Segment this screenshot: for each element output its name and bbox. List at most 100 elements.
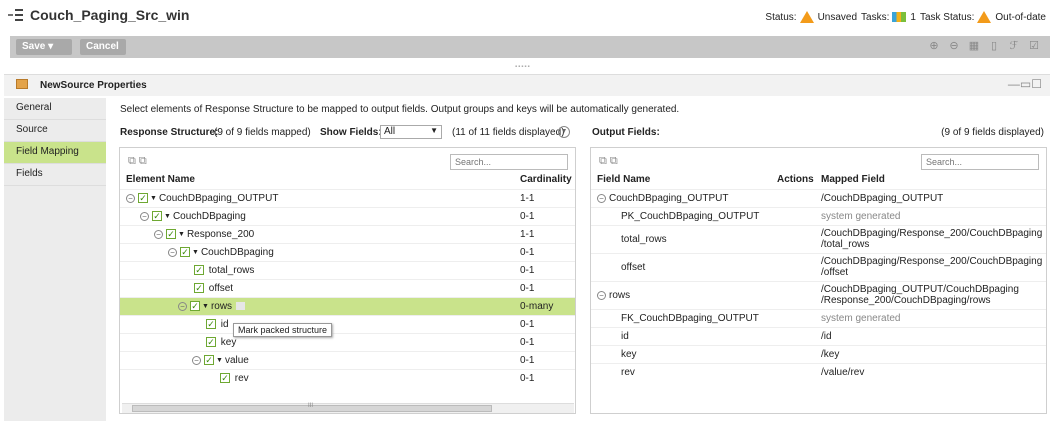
table-row[interactable]: offset /CouchDBpaging/Response_200/Couch…: [591, 253, 1046, 281]
checkbox[interactable]: ✓: [180, 247, 190, 258]
mapped-field: /CouchDBpaging/Response_200/CouchDBpagin…: [821, 228, 1043, 239]
chevron-down-icon: ▼: [430, 126, 438, 135]
mapped-field-cont: /Response_200/CouchDBpaging/rows: [821, 295, 991, 306]
table-row[interactable]: ✓ key 0-1: [120, 333, 575, 351]
horizontal-scrollbar[interactable]: III: [122, 403, 574, 413]
expand-arrow-icon[interactable]: ▼: [202, 303, 209, 310]
checkbox[interactable]: ✓: [206, 337, 216, 348]
collapse-icon[interactable]: −: [178, 301, 187, 311]
table-row[interactable]: − ✓ ▼ value 0-1: [120, 351, 575, 369]
expand-arrow-icon[interactable]: ▼: [150, 195, 157, 202]
mapped-field: system generated: [821, 313, 901, 324]
table-row[interactable]: PK_CouchDBpaging_OUTPUT system generated: [591, 207, 1046, 225]
sidebar-item-source[interactable]: Source: [4, 120, 106, 142]
cardinality: 0-1: [520, 337, 535, 348]
field-name: id: [621, 331, 629, 342]
properties-title: NewSource Properties: [40, 80, 147, 91]
table-row[interactable]: − ✓ ▼ CouchDBpaging 0-1: [120, 207, 575, 225]
table-row[interactable]: − ✓ ▼ Response_200 1-1: [120, 225, 575, 243]
page-title: Couch_Paging_Src_win: [30, 7, 190, 23]
response-search-input[interactable]: [450, 154, 568, 170]
checkbox[interactable]: ✓: [190, 301, 200, 312]
field-name: total_rows: [621, 234, 667, 245]
checkbox[interactable]: ✓: [204, 355, 214, 366]
table-row[interactable]: ✓ total_rows 0-1: [120, 261, 575, 279]
expand-arrow-icon[interactable]: ▼: [192, 249, 199, 256]
scrollbar-thumb[interactable]: III: [132, 403, 492, 412]
cancel-button[interactable]: Cancel: [80, 39, 126, 55]
checkbox[interactable]: ✓: [166, 229, 176, 240]
table-row[interactable]: FK_CouchDBpaging_OUTPUT system generated: [591, 309, 1046, 327]
table-row[interactable]: ✓ id 0-1: [120, 315, 575, 333]
mapped-field-cont: /offset: [821, 267, 849, 278]
checkbox[interactable]: ✓: [152, 211, 162, 222]
delete-icon[interactable]: ▯: [988, 39, 1000, 53]
table-row[interactable]: ✓ rev 0-1: [120, 369, 575, 387]
checkbox[interactable]: ✓: [194, 265, 204, 276]
mapped-field: /key: [821, 349, 840, 360]
copy-icon[interactable]: ⧉⧉: [599, 155, 621, 168]
checkbox[interactable]: ✓: [220, 373, 230, 384]
table-row-selected[interactable]: − ✓ ▼ rows 0-many: [120, 297, 575, 315]
table-row[interactable]: total_rows /CouchDBpaging/Response_200/C…: [591, 225, 1046, 253]
table-row[interactable]: id /id: [591, 327, 1046, 345]
response-displayed-count: (11 of 11 fields displayed): [452, 127, 565, 138]
sidebar-item-fields[interactable]: Fields: [4, 164, 106, 186]
field-name: CouchDBpaging_OUTPUT: [609, 193, 729, 204]
window-controls-icon[interactable]: —▭☐: [1008, 77, 1042, 91]
output-search-input[interactable]: [921, 154, 1039, 170]
expand-arrow-icon[interactable]: ▼: [216, 357, 223, 364]
validate-icon[interactable]: ☑: [1028, 39, 1040, 53]
mapped-field: /value/rev: [821, 367, 865, 378]
table-row[interactable]: − CouchDBpaging_OUTPUT /CouchDBpaging_OUT…: [591, 189, 1046, 207]
collapse-icon[interactable]: −: [597, 193, 606, 203]
grid-icon[interactable]: ▦: [968, 39, 980, 53]
response-structure-panel: ⧉⧉ Element Name Cardinality −✓▼CouchDBpa…: [119, 147, 576, 414]
resize-grip[interactable]: ▪▪▪▪▪: [515, 64, 531, 70]
sidebar-item-field-mapping[interactable]: Field Mapping: [4, 142, 106, 164]
column-header-element-name: Element Name: [126, 174, 195, 185]
zoom-out-icon[interactable]: ⊖: [948, 39, 960, 53]
collapse-icon[interactable]: −: [154, 229, 163, 239]
table-row[interactable]: − rows /CouchDBpaging_OUTPUT/CouchDBpagin…: [591, 281, 1046, 309]
collapse-icon[interactable]: −: [126, 193, 135, 203]
sidebar-item-general[interactable]: General: [4, 98, 106, 120]
expression-icon[interactable]: ℱ: [1008, 39, 1020, 53]
save-button[interactable]: Save ▾: [16, 39, 72, 55]
tasks-count[interactable]: 1: [910, 12, 916, 23]
mapped-field: /CouchDBpaging_OUTPUT/CouchDBpaging: [821, 284, 1019, 295]
table-row[interactable]: − ✓ ▼ CouchDBpaging 0-1: [120, 243, 575, 261]
filter-dropdown-icon[interactable]: ▼: [558, 126, 570, 138]
packed-structure-icon[interactable]: [236, 302, 246, 311]
column-header-actions: Actions: [777, 174, 814, 185]
table-row[interactable]: ✓ offset 0-1: [120, 279, 575, 297]
checkbox[interactable]: ✓: [138, 193, 148, 204]
table-row[interactable]: − ✓ ▼ CouchDBpaging_OUTPUT 1-1: [120, 189, 575, 207]
expand-arrow-icon[interactable]: ▼: [164, 213, 171, 220]
copy-icon[interactable]: ⧉⧉: [128, 155, 150, 168]
checkbox[interactable]: ✓: [194, 283, 204, 294]
checkbox[interactable]: ✓: [206, 319, 216, 330]
collapse-icon[interactable]: −: [140, 211, 149, 221]
show-fields-select[interactable]: All ▼: [380, 125, 442, 139]
toolbar: Save ▾ Cancel ⊕ ⊖ ▦ ▯ ℱ ☑: [10, 36, 1050, 58]
show-fields-label: Show Fields:: [320, 127, 382, 138]
table-row[interactable]: key /key: [591, 345, 1046, 363]
expand-arrow-icon[interactable]: ▼: [178, 231, 185, 238]
zoom-in-icon[interactable]: ⊕: [928, 39, 940, 53]
field-name: PK_CouchDBpaging_OUTPUT: [621, 211, 760, 222]
element-name: value: [224, 355, 249, 366]
mapped-field: /CouchDBpaging/Response_200/CouchDBpagin…: [821, 256, 1043, 267]
table-row[interactable]: rev /value/rev: [591, 363, 1046, 381]
collapse-icon[interactable]: −: [192, 355, 201, 365]
mapped-field: /CouchDBpaging_OUTPUT: [821, 193, 944, 204]
collapse-icon[interactable]: −: [168, 247, 177, 257]
field-name: rows: [609, 290, 631, 301]
source-icon: [16, 79, 28, 89]
element-name: CouchDBpaging: [172, 211, 246, 222]
element-name: rev: [234, 373, 249, 384]
status-label: Status:: [765, 11, 797, 23]
tasks-icon[interactable]: [892, 12, 907, 22]
collapse-icon[interactable]: −: [597, 290, 606, 300]
field-name: key: [621, 349, 637, 360]
